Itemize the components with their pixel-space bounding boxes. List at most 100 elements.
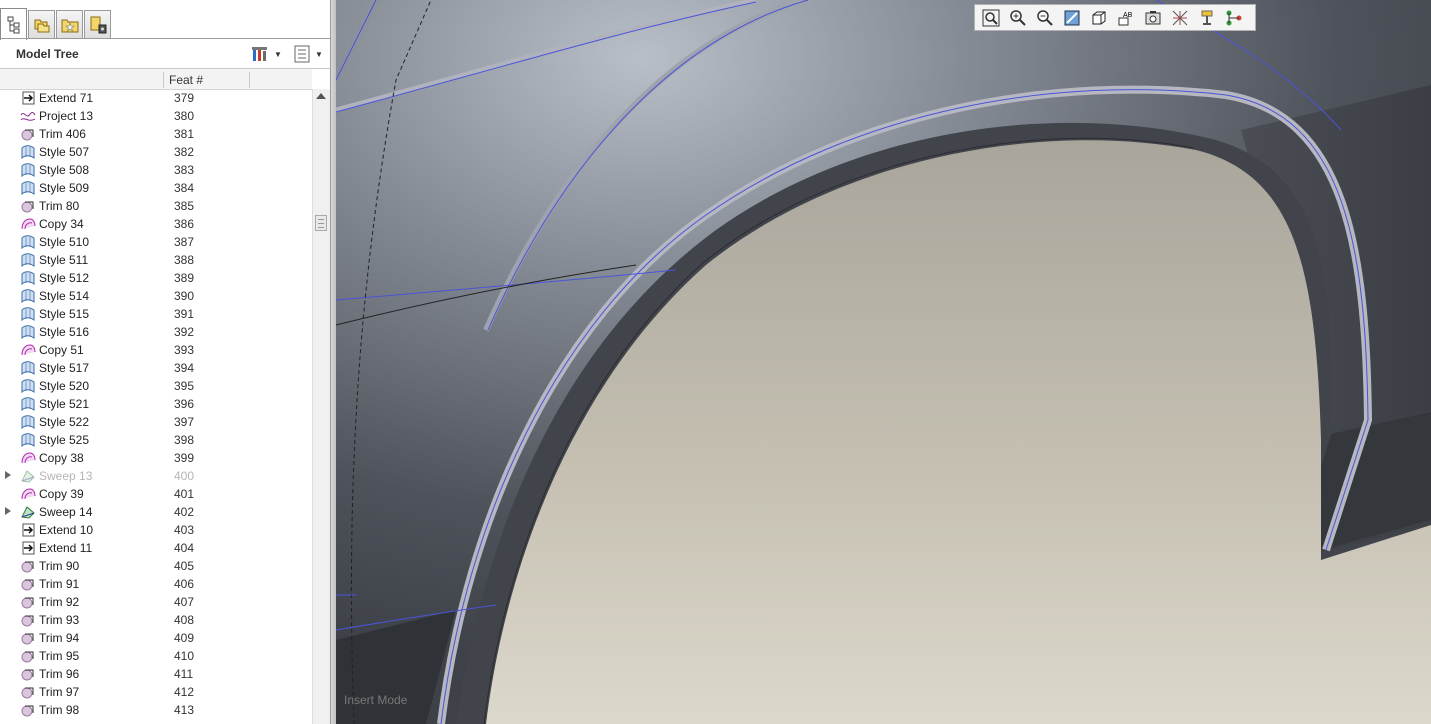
tools-icon bbox=[252, 47, 267, 61]
tree-row[interactable]: Style 514 390 bbox=[0, 287, 312, 305]
spin-center-icon bbox=[1201, 10, 1213, 25]
tab-model-tree[interactable] bbox=[0, 8, 27, 40]
list-icon bbox=[294, 45, 310, 63]
tree-row[interactable]: Style 508 383 bbox=[0, 161, 312, 179]
tree-row-name: Style 512 bbox=[39, 271, 90, 285]
tree-row-feat-number: 383 bbox=[174, 163, 195, 177]
named-views-button[interactable] bbox=[1141, 7, 1165, 29]
tree-row-feat-number: 404 bbox=[174, 541, 195, 555]
tree-row[interactable]: Style 510 387 bbox=[0, 233, 312, 251]
settings-button[interactable]: ▼ bbox=[250, 44, 282, 64]
selection-filter-icon bbox=[1226, 10, 1242, 25]
tree-row[interactable]: Trim 91 406 bbox=[0, 575, 312, 593]
tree-row-name: Style 509 bbox=[39, 181, 90, 195]
extend-icon bbox=[20, 541, 36, 555]
tree-row[interactable]: Trim 97 412 bbox=[0, 683, 312, 701]
tree-row[interactable]: Extend 11 404 bbox=[0, 539, 312, 557]
tree-row[interactable]: Style 512 389 bbox=[0, 269, 312, 287]
tree-row[interactable]: Trim 93 408 bbox=[0, 611, 312, 629]
datum-display-icon bbox=[1172, 10, 1188, 25]
trim-icon bbox=[20, 577, 36, 591]
tree-row[interactable]: Project 13 380 bbox=[0, 107, 312, 125]
tree-row[interactable]: Style 515 391 bbox=[0, 305, 312, 323]
tree-row[interactable]: Style 516 392 bbox=[0, 323, 312, 341]
tree-row-name: Trim 96 bbox=[39, 667, 80, 681]
scroll-up-icon[interactable] bbox=[316, 93, 326, 99]
refit-button[interactable] bbox=[979, 7, 1003, 29]
spin-center-button[interactable] bbox=[1195, 7, 1219, 29]
tree-row-feat-number: 402 bbox=[174, 505, 195, 519]
trim-icon bbox=[20, 559, 36, 573]
tree-row[interactable]: Trim 98 413 bbox=[0, 701, 312, 719]
tree-row-name: Copy 51 bbox=[39, 343, 84, 357]
tree-row[interactable]: Trim 94 409 bbox=[0, 629, 312, 647]
trim-icon bbox=[20, 685, 36, 699]
selection-filter-button[interactable] bbox=[1222, 7, 1246, 29]
tree-row[interactable]: Style 521 396 bbox=[0, 395, 312, 413]
tree-row[interactable]: Style 507 382 bbox=[0, 143, 312, 161]
style-surface-icon bbox=[20, 307, 36, 322]
tree-row[interactable]: Trim 96 411 bbox=[0, 665, 312, 683]
column-header-feat[interactable]: Feat # bbox=[169, 73, 203, 87]
tree-row[interactable]: Style 522 397 bbox=[0, 413, 312, 431]
tree-row[interactable]: Copy 38 399 bbox=[0, 449, 312, 467]
annotation-display-icon: AB bbox=[1118, 12, 1133, 25]
tree-row-feat-number: 381 bbox=[174, 127, 195, 141]
scrollbar-thumb[interactable] bbox=[315, 215, 327, 231]
tree-row[interactable]: Copy 34 386 bbox=[0, 215, 312, 233]
navigator-tabs bbox=[0, 0, 336, 40]
zoom-out-button[interactable] bbox=[1033, 7, 1057, 29]
tree-row[interactable]: Extend 10 403 bbox=[0, 521, 312, 539]
tab-layers[interactable] bbox=[84, 10, 111, 38]
datum-display-button[interactable] bbox=[1168, 7, 1192, 29]
trim-icon bbox=[20, 631, 36, 645]
tree-row[interactable]: Trim 90 405 bbox=[0, 557, 312, 575]
repaint-button[interactable] bbox=[1060, 7, 1084, 29]
refit-icon bbox=[982, 9, 1000, 26]
expand-arrow-icon[interactable] bbox=[5, 507, 11, 515]
tree-row[interactable]: Style 525 398 bbox=[0, 431, 312, 449]
expand-arrow-icon[interactable] bbox=[5, 471, 11, 479]
tree-row[interactable]: Extend 71 379 bbox=[0, 89, 312, 107]
tree-row[interactable]: Style 517 394 bbox=[0, 359, 312, 377]
tree-row-name: Style 522 bbox=[39, 415, 90, 429]
tree-row[interactable]: Style 520 395 bbox=[0, 377, 312, 395]
trim-icon bbox=[20, 649, 36, 663]
tab-folder-browser[interactable] bbox=[28, 10, 55, 38]
tree-row-name: Extend 11 bbox=[39, 541, 93, 555]
style-surface-icon bbox=[20, 145, 36, 160]
saved-views-button[interactable] bbox=[1087, 7, 1111, 29]
model-tree-tab-icon bbox=[7, 16, 19, 33]
tree-row-name: Project 13 bbox=[39, 109, 94, 123]
tree-row[interactable]: Trim 406 381 bbox=[0, 125, 312, 143]
show-button[interactable]: ▼ bbox=[293, 44, 323, 64]
tree-row-feat-number: 407 bbox=[174, 595, 195, 609]
tree-row[interactable]: Sweep 13 400 bbox=[0, 467, 312, 485]
tree-row[interactable]: Sweep 14 402 bbox=[0, 503, 312, 521]
tree-row[interactable]: Copy 51 393 bbox=[0, 341, 312, 359]
annotation-display-button[interactable]: AB bbox=[1114, 7, 1138, 29]
3d-model-view bbox=[336, 0, 1431, 724]
tree-row[interactable]: Trim 80 385 bbox=[0, 197, 312, 215]
vertical-scrollbar[interactable] bbox=[312, 89, 330, 724]
tree-row-feat-number: 386 bbox=[174, 217, 195, 231]
tree-row[interactable]: Trim 95 410 bbox=[0, 647, 312, 665]
tree-row[interactable]: Style 509 384 bbox=[0, 179, 312, 197]
tree-row[interactable]: Copy 39 401 bbox=[0, 485, 312, 503]
tree-row-feat-number: 397 bbox=[174, 415, 195, 429]
mode-status-text: Insert Mode bbox=[344, 693, 408, 707]
tree-row-name: Style 517 bbox=[39, 361, 90, 375]
tree-row-name: Trim 98 bbox=[39, 703, 80, 717]
tree-row[interactable]: Style 511 388 bbox=[0, 251, 312, 269]
tree-row-feat-number: 387 bbox=[174, 235, 195, 249]
repaint-icon bbox=[1064, 10, 1080, 25]
model-tree-header: Model Tree ▼ ▼ bbox=[0, 40, 332, 69]
favorites-tab-icon bbox=[61, 19, 78, 32]
tree-row[interactable]: Trim 92 407 bbox=[0, 593, 312, 611]
tree-row-feat-number: 403 bbox=[174, 523, 195, 537]
tab-favorites[interactable] bbox=[56, 10, 83, 38]
graphics-viewport[interactable]: AB Insert Mode bbox=[336, 0, 1431, 724]
zoom-in-button[interactable] bbox=[1006, 7, 1030, 29]
named-views-icon bbox=[1145, 10, 1161, 24]
tree-row-name: Style 525 bbox=[39, 433, 90, 447]
